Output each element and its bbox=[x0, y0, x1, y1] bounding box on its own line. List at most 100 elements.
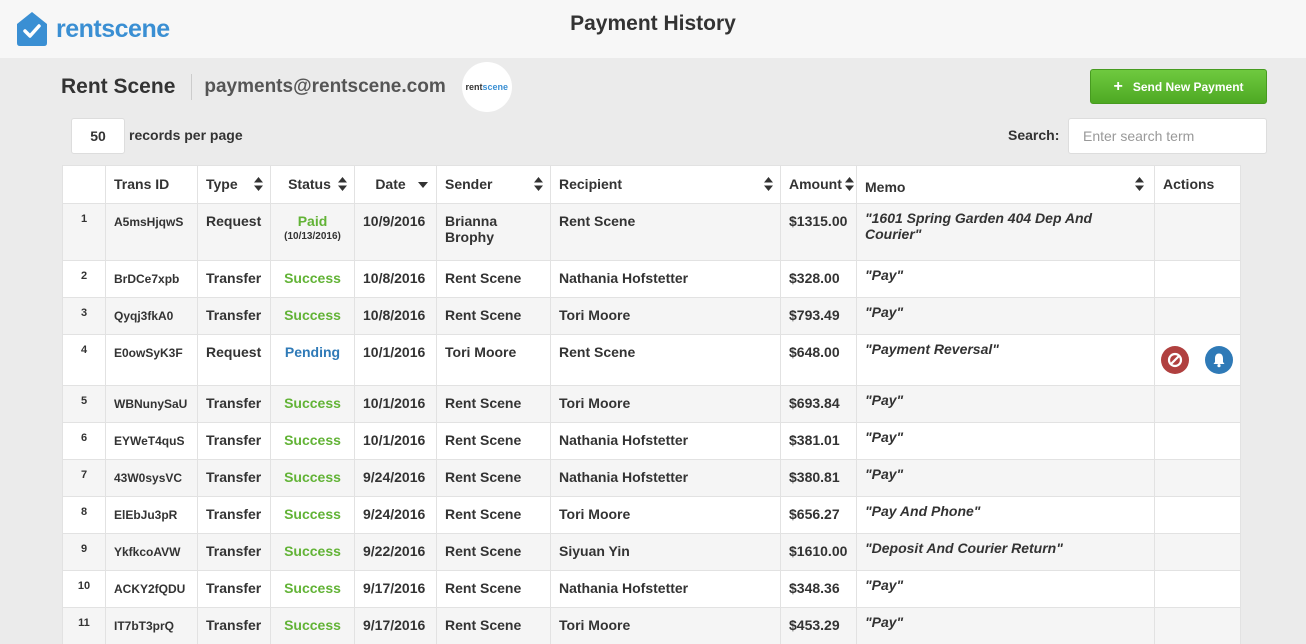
col-header-type-label: Type bbox=[206, 176, 238, 192]
row-index: 6 bbox=[62, 422, 106, 460]
status-text: Success bbox=[284, 270, 341, 286]
type: Transfer bbox=[197, 533, 271, 571]
table-row[interactable]: 8 ElEbJu3pR Transfer Success 9/24/2016 Rent S… bbox=[62, 496, 1241, 534]
type: Transfer bbox=[197, 496, 271, 534]
date: 10/1/2016 bbox=[354, 422, 437, 460]
actions bbox=[1154, 385, 1241, 423]
col-header-amount[interactable]: Amount bbox=[780, 165, 857, 204]
status-text: Success bbox=[284, 543, 341, 559]
sort-icon bbox=[845, 177, 854, 191]
col-header-sender[interactable]: Sender bbox=[436, 165, 551, 204]
sender: Brianna Brophy bbox=[436, 203, 551, 261]
actions bbox=[1154, 496, 1241, 534]
amount: $328.00 bbox=[780, 260, 857, 298]
divider bbox=[191, 74, 193, 100]
sender: Rent Scene bbox=[436, 297, 551, 335]
table-row[interactable]: 1 A5msHjqwS Request Paid (10/13/2016) 10/9/20… bbox=[62, 203, 1241, 261]
table-row[interactable]: 4 E0owSyK3F Request Pending 10/1/2016 Tori Mo… bbox=[62, 334, 1241, 386]
search-label: Search: bbox=[1008, 127, 1060, 143]
type: Transfer bbox=[197, 570, 271, 608]
memo: "Pay" bbox=[856, 570, 1155, 608]
col-header-status[interactable]: Status bbox=[270, 165, 355, 204]
col-header-recipient[interactable]: Recipient bbox=[550, 165, 781, 204]
col-header-recipient-label: Recipient bbox=[559, 176, 623, 192]
recipient: Tori Moore bbox=[550, 385, 781, 423]
status-text: Success bbox=[284, 395, 341, 411]
table-body: 1 A5msHjqwS Request Paid (10/13/2016) 10/9/20… bbox=[62, 203, 1241, 644]
memo: "Pay" bbox=[856, 607, 1155, 644]
sender: Rent Scene bbox=[436, 459, 551, 497]
table-header-row: Trans ID Type Status Date Sender Recipie… bbox=[62, 165, 1241, 204]
recipient: Nathania Hofstetter bbox=[550, 422, 781, 460]
recipient: Rent Scene bbox=[550, 203, 781, 261]
col-header-type[interactable]: Type bbox=[197, 165, 271, 204]
status-text: Success bbox=[284, 307, 341, 323]
trans-id: IT7bT3prQ bbox=[105, 607, 198, 644]
status-text: Success bbox=[284, 506, 341, 522]
table-row[interactable]: 3 Qyqj3fkA0 Transfer Success 10/8/2016 Rent S… bbox=[62, 297, 1241, 335]
memo: "Pay And Phone" bbox=[856, 496, 1155, 534]
trans-id: EYWeT4quS bbox=[105, 422, 198, 460]
memo: "Deposit And Courier Return" bbox=[856, 533, 1155, 571]
row-index: 2 bbox=[62, 260, 106, 298]
account-info: Rent Scene payments@rentscene.com rent sc… bbox=[61, 62, 512, 112]
status: Paid (10/13/2016) bbox=[270, 203, 355, 261]
sort-icon bbox=[534, 177, 543, 191]
type: Request bbox=[197, 203, 271, 261]
amount: $381.01 bbox=[780, 422, 857, 460]
status-date: (10/13/2016) bbox=[284, 231, 341, 242]
date: 10/8/2016 bbox=[354, 260, 437, 298]
trans-id: ElEbJu3pR bbox=[105, 496, 198, 534]
status: Success bbox=[270, 260, 355, 298]
status-text: Success bbox=[284, 469, 341, 485]
recipient: Rent Scene bbox=[550, 334, 781, 386]
trans-id: A5msHjqwS bbox=[105, 203, 198, 261]
status: Success bbox=[270, 533, 355, 571]
col-header-sender-label: Sender bbox=[445, 176, 493, 192]
sort-desc-icon bbox=[418, 182, 428, 188]
status-text: Success bbox=[284, 432, 341, 448]
date: 9/17/2016 bbox=[354, 570, 437, 608]
table-row[interactable]: 9 YkfkcoAVW Transfer Success 9/22/2016 Rent S… bbox=[62, 533, 1241, 571]
send-reminder-button[interactable] bbox=[1205, 346, 1233, 374]
send-new-payment-button[interactable]: + Send New Payment bbox=[1090, 69, 1267, 104]
amount: $1315.00 bbox=[780, 203, 857, 261]
row-index: 1 bbox=[62, 203, 106, 261]
table-row[interactable]: 5 WBNunySaU Transfer Success 10/1/2016 Rent S… bbox=[62, 385, 1241, 423]
recipient: Tori Moore bbox=[550, 607, 781, 644]
amount: $648.00 bbox=[780, 334, 857, 386]
table-row[interactable]: 10 ACKY2fQDU Transfer Success 9/17/2016 Rent … bbox=[62, 570, 1241, 608]
status: Success bbox=[270, 459, 355, 497]
table-row[interactable]: 2 BrDCe7xpb Transfer Success 10/8/2016 Rent S… bbox=[62, 260, 1241, 298]
bell-icon bbox=[1213, 353, 1225, 368]
col-header-date[interactable]: Date bbox=[354, 165, 437, 204]
table-row[interactable]: 11 IT7bT3prQ Transfer Success 9/17/2016 Rent … bbox=[62, 607, 1241, 644]
actions bbox=[1154, 297, 1241, 335]
table-row[interactable]: 6 EYWeT4quS Transfer Success 10/1/2016 Rent S… bbox=[62, 422, 1241, 460]
status-text: Paid bbox=[297, 213, 328, 229]
cancel-request-button[interactable] bbox=[1161, 346, 1189, 374]
actions bbox=[1154, 533, 1241, 571]
sender: Rent Scene bbox=[436, 496, 551, 534]
trans-id: E0owSyK3F bbox=[105, 334, 198, 386]
trans-id: BrDCe7xpb bbox=[105, 260, 198, 298]
date: 10/9/2016 bbox=[354, 203, 437, 261]
type: Transfer bbox=[197, 422, 271, 460]
table-row[interactable]: 7 43W0sysVC Transfer Success 9/24/2016 Rent S… bbox=[62, 459, 1241, 497]
actions bbox=[1154, 260, 1241, 298]
date: 9/24/2016 bbox=[354, 459, 437, 497]
memo: "Pay" bbox=[856, 260, 1155, 298]
status: Success bbox=[270, 496, 355, 534]
amount: $1610.00 bbox=[780, 533, 857, 571]
trans-id: WBNunySaU bbox=[105, 385, 198, 423]
actions bbox=[1154, 570, 1241, 608]
sender: Rent Scene bbox=[436, 533, 551, 571]
sort-icon bbox=[338, 177, 347, 191]
amount: $693.84 bbox=[780, 385, 857, 423]
col-header-memo-label: Memo bbox=[865, 179, 906, 195]
date: 9/17/2016 bbox=[354, 607, 437, 644]
col-header-memo[interactable]: Memo bbox=[856, 165, 1155, 204]
records-per-page-select[interactable]: 50 bbox=[71, 118, 125, 154]
search-input[interactable] bbox=[1068, 118, 1267, 154]
send-new-payment-label: Send New Payment bbox=[1132, 79, 1244, 94]
